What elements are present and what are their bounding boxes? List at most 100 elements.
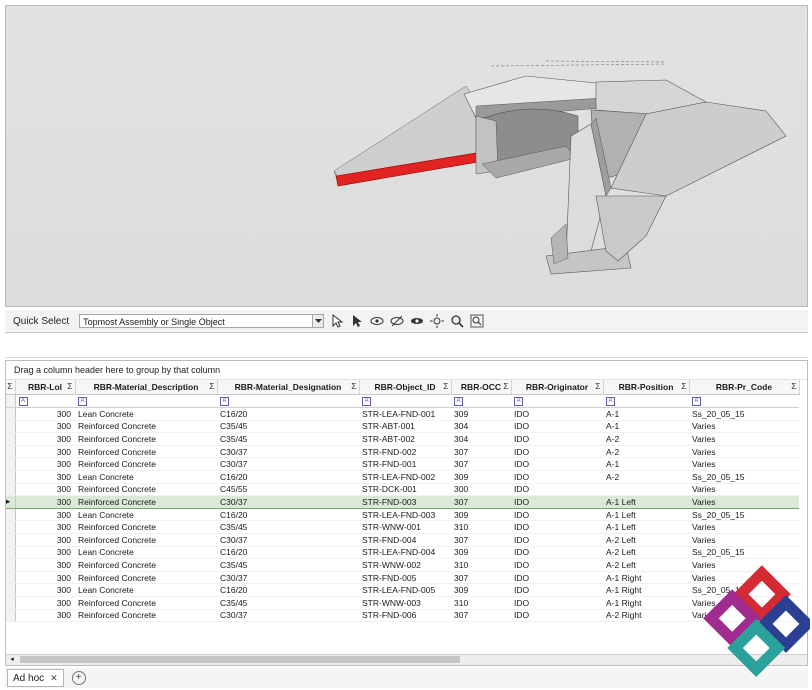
tab-ad-hoc[interactable]: Ad hoc ✕ (7, 669, 64, 687)
filter-cell[interactable]: A (217, 394, 359, 408)
sum-icon[interactable]: Σ (443, 381, 448, 391)
filter-clear-icon[interactable] (6, 394, 16, 408)
row-selector[interactable] (6, 483, 16, 497)
row-selector[interactable] (6, 432, 16, 446)
filter-icon[interactable]: A (18, 397, 28, 407)
table-row[interactable]: 300 Reinforced Concrete C35/45 STR-WNW-001 3… (6, 520, 799, 534)
table-row[interactable]: 300 Reinforced Concrete C35/45 STR-ABT-001 3… (6, 420, 799, 434)
table-cell: C45/55 (217, 483, 359, 497)
visibility-icon[interactable] (409, 313, 425, 329)
table-row[interactable]: 300 Reinforced Concrete C45/55 STR-DCK-001 3… (6, 483, 799, 497)
row-selector[interactable] (6, 558, 16, 572)
column-header[interactable]: RBR-Lol Σ (15, 380, 76, 395)
table-cell: IDO (511, 445, 603, 459)
filter-icon[interactable]: A (78, 397, 87, 407)
table-row[interactable]: ▸ 300 Reinforced Concrete C30/37 STR-FND-003… (6, 495, 799, 509)
table-row[interactable]: 300 Reinforced Concrete C30/37 STR-FND-004 3… (6, 533, 799, 547)
table-cell: Lean Concrete (75, 470, 217, 484)
filter-cell[interactable]: A (451, 394, 511, 408)
quick-select-dropdown[interactable]: Topmost Assembly or Single Object (79, 314, 325, 328)
filter-icon[interactable]: A (692, 397, 701, 407)
column-header[interactable]: RBR-Pr_Code Σ (689, 380, 800, 395)
pointer-icon[interactable] (349, 313, 365, 329)
table-cell: IDO (511, 420, 603, 434)
row-selector[interactable] (6, 546, 16, 560)
close-icon[interactable]: ✕ (50, 673, 58, 684)
row-selector[interactable] (6, 583, 16, 597)
table-row[interactable]: 300 Reinforced Concrete C30/37 STR-FND-006 3… (6, 609, 799, 623)
row-selector[interactable] (6, 609, 16, 623)
scroll-left-icon[interactable]: ◂ (7, 655, 17, 665)
table-row[interactable]: 300 Reinforced Concrete C35/45 STR-ABT-002 3… (6, 432, 799, 446)
row-selector[interactable] (6, 445, 16, 459)
filter-cell[interactable]: A (603, 394, 689, 408)
filter-icon[interactable]: A (220, 397, 229, 407)
group-by-drop-zone[interactable]: Drag a column header here to group by th… (6, 361, 807, 380)
column-header[interactable]: RBR-Material_Designation Σ (217, 380, 360, 395)
row-selector[interactable] (6, 596, 16, 610)
table-cell: STR-LEA-FND-002 (359, 470, 451, 484)
column-header[interactable]: RBR-Position Σ (603, 380, 690, 395)
table-row[interactable]: 300 Reinforced Concrete C35/45 STR-WNW-003 3… (6, 596, 799, 610)
filter-cell[interactable]: A (359, 394, 451, 408)
row-selector[interactable] (6, 533, 16, 547)
table-cell: Varies (689, 520, 799, 534)
row-selector[interactable] (6, 520, 16, 534)
row-selector[interactable] (6, 571, 16, 585)
table-cell: 300 (15, 420, 75, 434)
table-row[interactable]: 300 Reinforced Concrete C35/45 STR-WNW-002 3… (6, 558, 799, 572)
properties-table: Σ RBR-Lol Σ RBR-Material_Description Σ RBR-M… (6, 380, 800, 623)
table-row[interactable]: 300 Reinforced Concrete C30/37 STR-FND-005 3… (6, 571, 799, 585)
filter-cell[interactable]: A (689, 394, 799, 408)
column-header[interactable]: RBR-Object_ID Σ (359, 380, 452, 395)
table-row[interactable]: 300 Lean Concrete C16/20 STR-LEA-FND-005 309… (6, 583, 799, 597)
table-row[interactable]: 300 Lean Concrete C16/20 STR-LEA-FND-003 309… (6, 508, 799, 522)
table-row[interactable]: 300 Lean Concrete C16/20 STR-LEA-FND-001 309… (6, 407, 799, 421)
column-header[interactable]: RBR-Material_Description Σ (75, 380, 218, 395)
row-selector[interactable] (6, 457, 16, 471)
table-cell: IDO (511, 483, 603, 497)
horizontal-scrollbar[interactable]: ◂ (6, 654, 807, 665)
table-cell: Lean Concrete (75, 407, 217, 421)
filter-icon[interactable]: A (514, 397, 523, 407)
zoom-icon[interactable] (449, 313, 465, 329)
current-row-indicator-icon[interactable]: ▸ (6, 495, 16, 509)
table-row[interactable]: 300 Lean Concrete C16/20 STR-LEA-FND-004 309… (6, 546, 799, 560)
sum-icon[interactable]: Σ (681, 381, 686, 391)
select-arrow-icon[interactable] (329, 313, 345, 329)
row-selector[interactable] (6, 407, 16, 421)
table-row[interactable]: 300 Reinforced Concrete C30/37 STR-FND-002 3… (6, 445, 799, 459)
bridge-model[interactable] (6, 6, 807, 306)
sum-icon[interactable]: Σ (595, 381, 600, 391)
light-icon[interactable] (429, 313, 445, 329)
filter-cell[interactable]: A (511, 394, 603, 408)
filter-icon[interactable]: A (362, 397, 371, 407)
column-header[interactable]: RBR-Originator Σ (511, 380, 604, 395)
sum-icon[interactable]: Σ (791, 381, 796, 391)
sum-icon[interactable]: Σ (503, 381, 508, 391)
row-selector[interactable] (6, 508, 16, 522)
tab-label: Ad hoc (13, 672, 45, 684)
scrollbar-thumb[interactable] (20, 656, 460, 663)
table-cell: 309 (451, 470, 511, 484)
filter-icon[interactable]: A (454, 397, 463, 407)
sum-icon[interactable]: Σ (209, 381, 214, 391)
3d-viewport[interactable] (5, 5, 808, 307)
zoom-fit-icon[interactable] (469, 313, 485, 329)
add-tab-icon[interactable]: + (71, 671, 86, 685)
table-cell (603, 483, 689, 497)
sum-icon[interactable]: Σ (67, 381, 72, 391)
table-row[interactable]: 300 Lean Concrete C16/20 STR-LEA-FND-002 309… (6, 470, 799, 484)
filter-icon[interactable]: A (606, 397, 615, 407)
filter-cell[interactable]: A (75, 394, 217, 408)
table-row[interactable]: 300 Reinforced Concrete C30/37 STR-FND-001 3… (6, 457, 799, 471)
row-selector[interactable] (6, 470, 16, 484)
show-icon[interactable] (369, 313, 385, 329)
hide-icon[interactable] (389, 313, 405, 329)
row-selector[interactable] (6, 420, 16, 434)
chevron-down-icon[interactable] (312, 314, 325, 328)
sum-icon[interactable]: Σ (351, 381, 356, 391)
column-header[interactable]: RBR-OCC Σ (451, 380, 512, 395)
table-cell: IDO (511, 558, 603, 572)
filter-cell[interactable]: A (15, 394, 75, 408)
